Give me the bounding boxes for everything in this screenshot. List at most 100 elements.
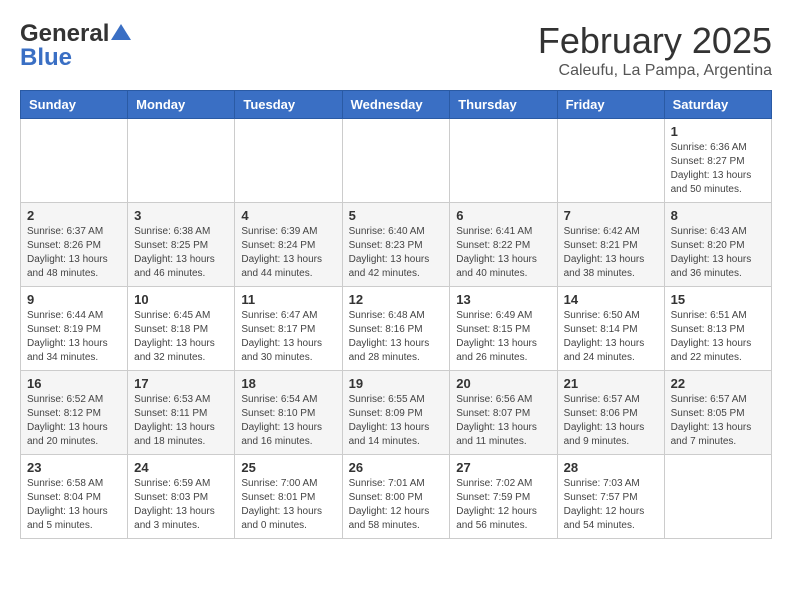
week-row-5: 23 Sunrise: 6:58 AM Sunset: 8:04 PM Dayli…: [21, 455, 772, 539]
day-number: 10: [134, 292, 228, 307]
day-number: 7: [564, 208, 658, 223]
day-number: 23: [27, 460, 121, 475]
table-row: 8 Sunrise: 6:43 AM Sunset: 8:20 PM Daylig…: [664, 203, 771, 287]
table-row: 15 Sunrise: 6:51 AM Sunset: 8:13 PM Dayli…: [664, 287, 771, 371]
table-row: 21 Sunrise: 6:57 AM Sunset: 8:06 PM Dayli…: [557, 371, 664, 455]
calendar-table: Sunday Monday Tuesday Wednesday Thursday…: [20, 90, 772, 539]
day-info: Sunrise: 6:57 AM Sunset: 8:05 PM Dayligh…: [671, 393, 765, 449]
day-number: 4: [241, 208, 335, 223]
day-info: Sunrise: 6:54 AM Sunset: 8:10 PM Dayligh…: [241, 393, 335, 449]
day-info: Sunrise: 6:38 AM Sunset: 8:25 PM Dayligh…: [134, 225, 228, 281]
table-row: 25Sunrise: 7:00 AM Sunset: 8:01 PM Dayli…: [235, 455, 342, 539]
day-info: Sunrise: 6:49 AM Sunset: 8:15 PM Dayligh…: [456, 309, 550, 365]
day-info: Sunrise: 6:50 AM Sunset: 8:14 PM Dayligh…: [564, 309, 658, 365]
header-wednesday: Wednesday: [342, 91, 450, 119]
day-info: Sunrise: 7:01 AM Sunset: 8:00 PM Dayligh…: [349, 477, 444, 533]
header-friday: Friday: [557, 91, 664, 119]
table-row: 22 Sunrise: 6:57 AM Sunset: 8:05 PM Dayli…: [664, 371, 771, 455]
day-info: Sunrise: 6:51 AM Sunset: 8:13 PM Dayligh…: [671, 309, 765, 365]
week-row-4: 16Sunrise: 6:52 AM Sunset: 8:12 PM Dayli…: [21, 371, 772, 455]
table-row: 11 Sunrise: 6:47 AM Sunset: 8:17 PM Dayli…: [235, 287, 342, 371]
day-number: 2: [27, 208, 121, 223]
table-row: 4 Sunrise: 6:39 AM Sunset: 8:24 PM Daylig…: [235, 203, 342, 287]
logo: General Blue: [20, 20, 131, 72]
table-row: [450, 119, 557, 203]
day-number: 21: [564, 376, 658, 391]
day-number: 3: [134, 208, 228, 223]
table-row: 26 Sunrise: 7:01 AM Sunset: 8:00 PM Dayli…: [342, 455, 450, 539]
day-info: Sunrise: 6:42 AM Sunset: 8:21 PM Dayligh…: [564, 225, 658, 281]
table-row: 13Sunrise: 6:49 AM Sunset: 8:15 PM Dayli…: [450, 287, 557, 371]
day-number: 17: [134, 376, 228, 391]
logo-blue: Blue: [20, 44, 131, 72]
day-number: 19: [349, 376, 444, 391]
day-number: 18: [241, 376, 335, 391]
header-saturday: Saturday: [664, 91, 771, 119]
day-number: 22: [671, 376, 765, 391]
calendar-header-row: Sunday Monday Tuesday Wednesday Thursday…: [21, 91, 772, 119]
day-info: Sunrise: 6:43 AM Sunset: 8:20 PM Dayligh…: [671, 225, 765, 281]
day-number: 11: [241, 292, 335, 307]
day-info: Sunrise: 6:53 AM Sunset: 8:11 PM Dayligh…: [134, 393, 228, 449]
day-info: Sunrise: 6:57 AM Sunset: 8:06 PM Dayligh…: [564, 393, 658, 449]
day-info: Sunrise: 6:58 AM Sunset: 8:04 PM Dayligh…: [27, 477, 121, 533]
day-number: 8: [671, 208, 765, 223]
day-info: Sunrise: 6:41 AM Sunset: 8:22 PM Dayligh…: [456, 225, 550, 281]
table-row: 7 Sunrise: 6:42 AM Sunset: 8:21 PM Daylig…: [557, 203, 664, 287]
day-number: 26: [349, 460, 444, 475]
table-row: 27 Sunrise: 7:02 AM Sunset: 7:59 PM Dayli…: [450, 455, 557, 539]
table-row: 19 Sunrise: 6:55 AM Sunset: 8:09 PM Dayli…: [342, 371, 450, 455]
table-row: [21, 119, 128, 203]
day-info: Sunrise: 6:37 AM Sunset: 8:26 PM Dayligh…: [27, 225, 121, 281]
day-info: Sunrise: 7:02 AM Sunset: 7:59 PM Dayligh…: [456, 477, 550, 533]
day-number: 27: [456, 460, 550, 475]
table-row: 10 Sunrise: 6:45 AM Sunset: 8:18 PM Dayli…: [128, 287, 235, 371]
table-row: 9 Sunrise: 6:44 AM Sunset: 8:19 PM Daylig…: [21, 287, 128, 371]
table-row: 14Sunrise: 6:50 AM Sunset: 8:14 PM Dayli…: [557, 287, 664, 371]
table-row: 6 Sunrise: 6:41 AM Sunset: 8:22 PM Daylig…: [450, 203, 557, 287]
day-number: 1: [671, 124, 765, 139]
month-title: February 2025: [538, 20, 772, 62]
day-info: Sunrise: 6:47 AM Sunset: 8:17 PM Dayligh…: [241, 309, 335, 365]
header-monday: Monday: [128, 91, 235, 119]
day-info: Sunrise: 6:55 AM Sunset: 8:09 PM Dayligh…: [349, 393, 444, 449]
day-info: Sunrise: 6:48 AM Sunset: 8:16 PM Dayligh…: [349, 309, 444, 365]
table-row: 20 Sunrise: 6:56 AM Sunset: 8:07 PM Dayli…: [450, 371, 557, 455]
page-header: General Blue February 2025 Caleufu, La P…: [20, 20, 772, 80]
table-row: 17 Sunrise: 6:53 AM Sunset: 8:11 PM Dayli…: [128, 371, 235, 455]
day-number: 20: [456, 376, 550, 391]
week-row-3: 9 Sunrise: 6:44 AM Sunset: 8:19 PM Daylig…: [21, 287, 772, 371]
week-row-2: 2 Sunrise: 6:37 AM Sunset: 8:26 PM Daylig…: [21, 203, 772, 287]
table-row: [128, 119, 235, 203]
day-info: Sunrise: 6:44 AM Sunset: 8:19 PM Dayligh…: [27, 309, 121, 365]
day-number: 16: [27, 376, 121, 391]
day-number: 9: [27, 292, 121, 307]
day-number: 28: [564, 460, 658, 475]
location-subtitle: Caleufu, La Pampa, Argentina: [538, 62, 772, 80]
day-info: Sunrise: 6:56 AM Sunset: 8:07 PM Dayligh…: [456, 393, 550, 449]
header-tuesday: Tuesday: [235, 91, 342, 119]
day-info: Sunrise: 6:39 AM Sunset: 8:24 PM Dayligh…: [241, 225, 335, 281]
day-number: 24: [134, 460, 228, 475]
week-row-1: 1 Sunrise: 6:36 AM Sunset: 8:27 PM Daylig…: [21, 119, 772, 203]
day-number: 5: [349, 208, 444, 223]
day-number: 12: [349, 292, 444, 307]
table-row: 5 Sunrise: 6:40 AM Sunset: 8:23 PM Daylig…: [342, 203, 450, 287]
table-row: 2 Sunrise: 6:37 AM Sunset: 8:26 PM Daylig…: [21, 203, 128, 287]
day-number: 15: [671, 292, 765, 307]
day-info: Sunrise: 6:45 AM Sunset: 8:18 PM Dayligh…: [134, 309, 228, 365]
table-row: 3 Sunrise: 6:38 AM Sunset: 8:25 PM Daylig…: [128, 203, 235, 287]
day-info: Sunrise: 6:36 AM Sunset: 8:27 PM Dayligh…: [671, 141, 765, 197]
table-row: [664, 455, 771, 539]
day-info: Sunrise: 6:40 AM Sunset: 8:23 PM Dayligh…: [349, 225, 444, 281]
day-info: Sunrise: 6:59 AM Sunset: 8:03 PM Dayligh…: [134, 477, 228, 533]
table-row: 24 Sunrise: 6:59 AM Sunset: 8:03 PM Dayli…: [128, 455, 235, 539]
header-thursday: Thursday: [450, 91, 557, 119]
table-row: [342, 119, 450, 203]
header-sunday: Sunday: [21, 91, 128, 119]
title-area: February 2025 Caleufu, La Pampa, Argenti…: [538, 20, 772, 80]
table-row: 23 Sunrise: 6:58 AM Sunset: 8:04 PM Dayli…: [21, 455, 128, 539]
table-row: 12 Sunrise: 6:48 AM Sunset: 8:16 PM Dayli…: [342, 287, 450, 371]
day-number: 25: [241, 460, 335, 475]
day-number: 6: [456, 208, 550, 223]
